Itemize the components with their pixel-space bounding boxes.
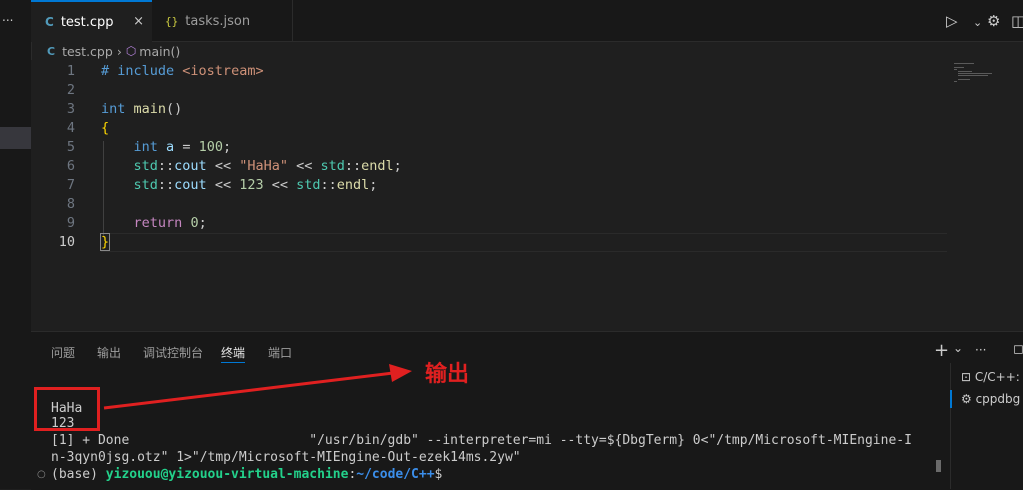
annotation-arrow [103,364,412,410]
annotation-label: 输出 [425,362,470,387]
